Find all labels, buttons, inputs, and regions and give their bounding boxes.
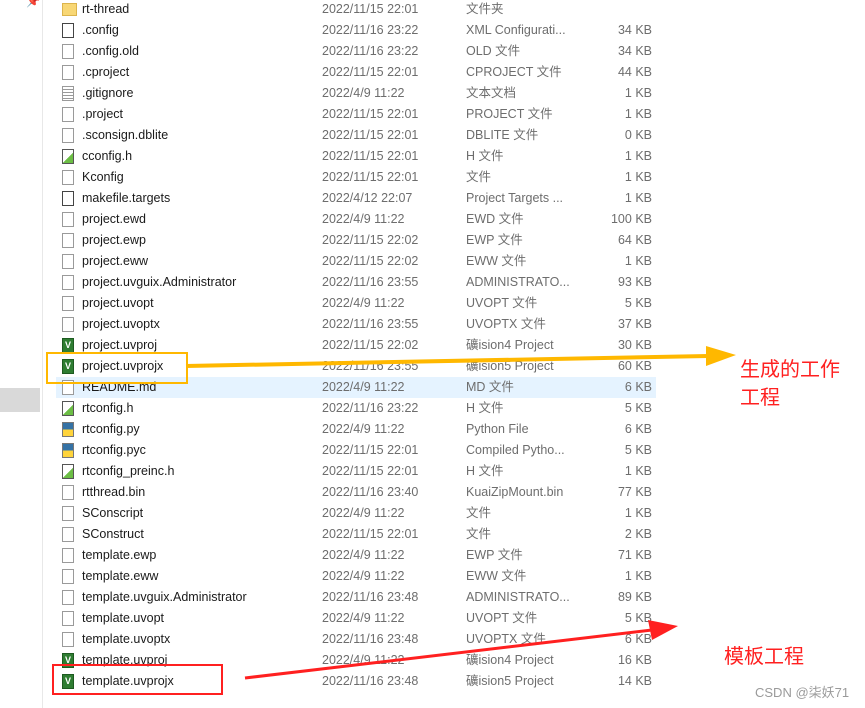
annotation-generated: 生成的工作 工程 xyxy=(740,356,840,412)
annotation-template: 模板工程 xyxy=(724,646,804,668)
red-arrow-line xyxy=(244,628,653,680)
red-arrow-head xyxy=(648,620,678,640)
yellow-arrow-head xyxy=(706,346,736,366)
annotation-arrows xyxy=(185,346,736,680)
yellow-arrow-line xyxy=(185,354,709,368)
watermark: CSDN @柒妖71 xyxy=(755,685,850,700)
annotation-line-2: 工程 xyxy=(740,387,780,409)
annotation-line-1: 生成的工作 xyxy=(740,359,840,381)
